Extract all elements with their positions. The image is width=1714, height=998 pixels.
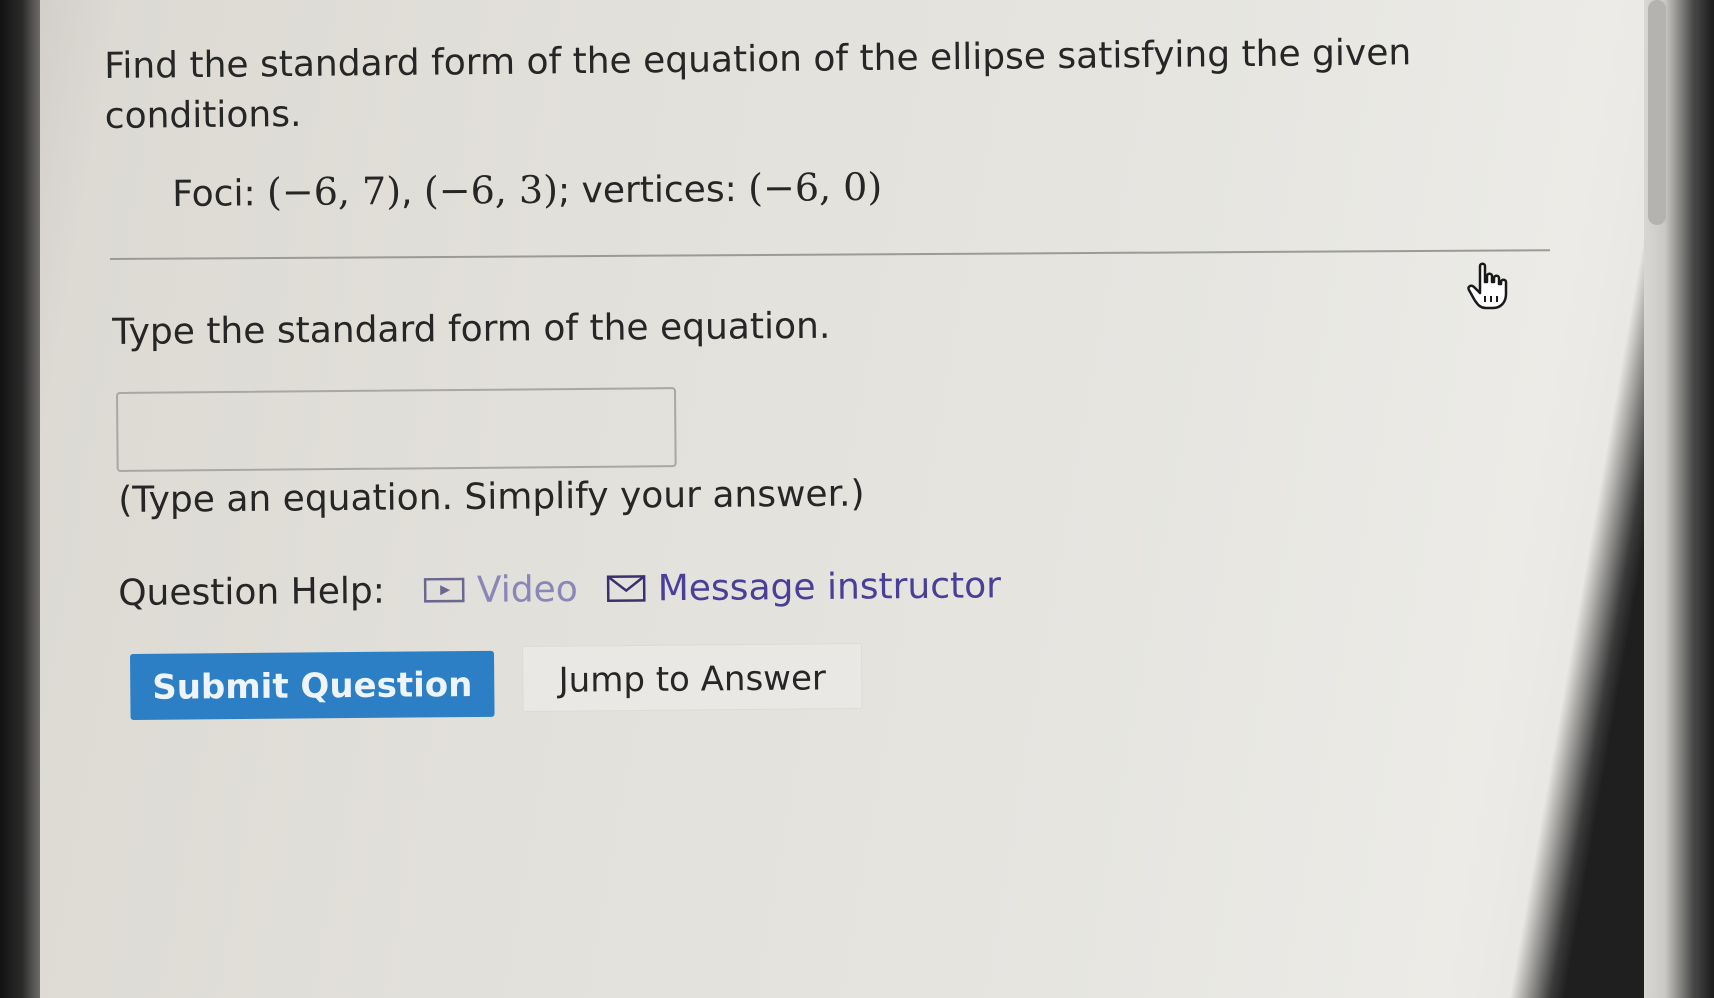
envelope-icon	[606, 573, 646, 603]
foci-separator: ,	[400, 171, 425, 214]
question-help-label: Question Help:	[118, 570, 386, 614]
answer-hint: (Type an equation. Simplify your answer.…	[118, 473, 865, 521]
question-text: Find the standard form of the equation o…	[104, 32, 1412, 137]
question-help: Question Help: Video Message instructor	[118, 560, 1029, 618]
focus-1: (−6, 7)	[266, 169, 402, 215]
answer-input[interactable]	[116, 387, 677, 472]
video-link-label: Video	[476, 568, 578, 611]
question-panel: Find the standard form of the equation o…	[0, 0, 1714, 998]
jump-to-answer-button[interactable]: Jump to Answer	[522, 643, 863, 712]
message-instructor-label: Message instructor	[657, 564, 1002, 609]
vertices-label: ; vertices:	[557, 168, 749, 212]
play-video-icon	[423, 576, 465, 604]
focus-2: (−6, 3)	[423, 167, 559, 213]
submit-question-button[interactable]: Submit Question	[130, 650, 495, 720]
message-instructor-link[interactable]: Message instructor	[606, 564, 1002, 609]
video-link[interactable]: Video	[423, 568, 578, 610]
answer-prompt: Type the standard form of the equation.	[112, 305, 831, 353]
vertex: (−6, 0)	[747, 164, 883, 210]
hand-pointer-icon	[1467, 262, 1508, 310]
foci-label: Foci:	[172, 173, 268, 215]
question-conditions: Foci: (−6, 7), (−6, 3); vertices: (−6, 0…	[172, 162, 882, 220]
divider	[110, 249, 1550, 260]
